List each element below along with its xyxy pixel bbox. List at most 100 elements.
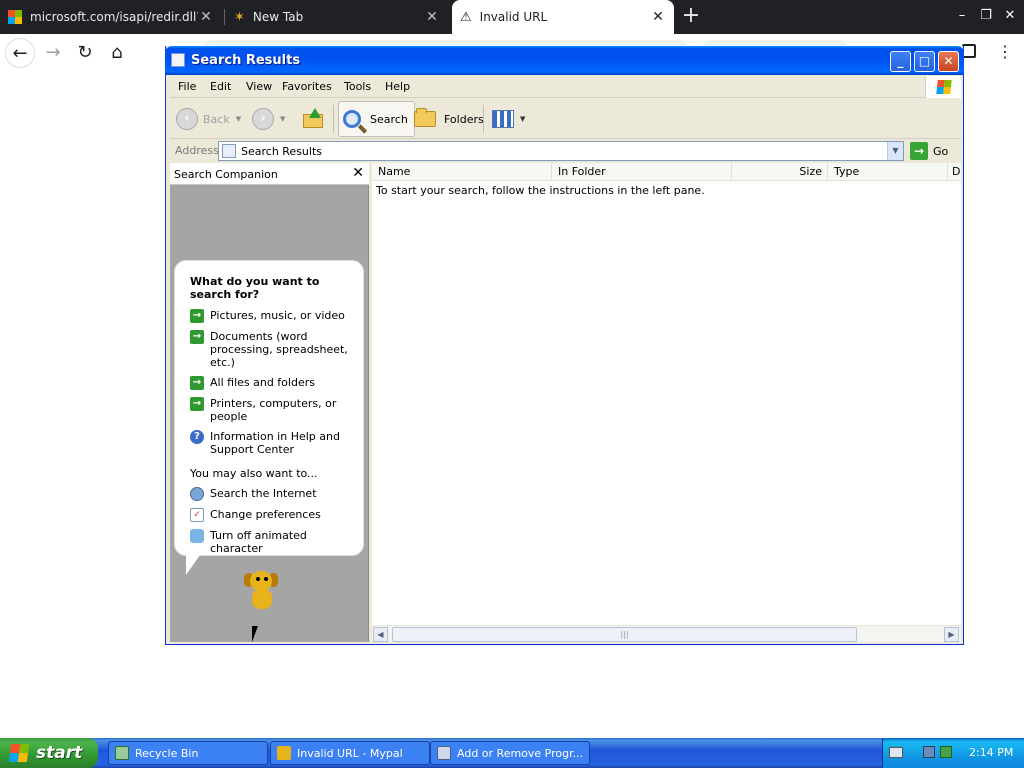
option-label: Turn off animated character	[210, 529, 307, 555]
browser-restore-button[interactable]: ❐	[976, 6, 996, 26]
tab-divider	[224, 9, 225, 25]
address-value: Search Results	[241, 145, 323, 158]
preferences-icon: ✓	[190, 508, 204, 522]
folder-icon	[414, 108, 436, 127]
horizontal-scrollbar[interactable]: ◀ ||| ▶	[372, 625, 961, 642]
window-minimize-button[interactable]: _	[890, 51, 911, 72]
option-label: Information in Help and Support Center	[210, 430, 340, 456]
window-maximize-button[interactable]: □	[914, 51, 935, 72]
green-arrow-icon: →	[190, 309, 204, 323]
clock[interactable]: 2:14 PM	[969, 746, 1013, 759]
green-arrow-icon: →	[190, 330, 204, 344]
column-date[interactable]: D	[948, 163, 961, 181]
column-name[interactable]: Name	[372, 163, 552, 181]
animated-character-icon	[190, 529, 204, 543]
option-search-internet[interactable]: Search the Internet	[190, 487, 358, 501]
up-folder-icon	[303, 108, 323, 130]
help-icon: ?	[190, 430, 204, 444]
column-type[interactable]: Type	[828, 163, 948, 181]
window-close-button[interactable]: ✕	[938, 51, 959, 72]
option-label: Search the Internet	[210, 487, 317, 500]
column-size[interactable]: Size	[732, 163, 828, 181]
browser-back-button[interactable]: ←	[5, 38, 35, 68]
menu-file[interactable]: File	[178, 80, 196, 93]
network-icon[interactable]	[923, 746, 935, 758]
option-documents[interactable]: → Documents (word processing, spreadshee…	[190, 330, 358, 369]
warning-icon: ⚠	[460, 9, 472, 25]
address-field[interactable]: Search Results ▼	[218, 141, 904, 161]
back-button[interactable]: ‹ Back ▼	[176, 101, 241, 137]
toolbar-separator	[333, 105, 334, 133]
home-button[interactable]: ⌂	[102, 38, 132, 68]
option-turn-off-character[interactable]: Turn off animated character	[190, 529, 358, 555]
browser-menu-button[interactable]: ⋮	[994, 42, 1016, 64]
tab-invalid-url[interactable]: ⚠ Invalid URL ✕	[452, 0, 674, 34]
search-button[interactable]: Search	[338, 101, 415, 137]
reload-button[interactable]: ↻	[70, 38, 100, 68]
menu-bar: File Edit View Favorites Tools Help	[170, 76, 961, 98]
browser-minimize-button[interactable]: –	[952, 6, 972, 26]
go-button[interactable]: → Go	[910, 141, 948, 161]
views-button[interactable]: ▼	[492, 101, 525, 137]
taskbar-item-label: Invalid URL - Mypal	[297, 746, 403, 760]
search-window-icon	[171, 53, 185, 67]
search-dog-icon[interactable]	[242, 569, 282, 613]
chevron-down-icon[interactable]: ▼	[887, 142, 903, 160]
close-tab-icon[interactable]: ✕	[650, 9, 666, 25]
close-tab-icon[interactable]: ✕	[198, 9, 214, 25]
extension-icon[interactable]	[962, 44, 976, 58]
option-label: All files and folders	[210, 376, 315, 389]
folders-button[interactable]: Folders	[414, 101, 484, 137]
forward-button[interactable]: › ▼	[252, 101, 285, 137]
tab-title: Invalid URL	[479, 10, 548, 24]
menu-help[interactable]: Help	[385, 80, 410, 93]
go-arrow-icon: →	[910, 142, 928, 160]
menu-view[interactable]: View	[246, 80, 272, 93]
menu-favorites[interactable]: Favorites	[282, 80, 332, 93]
mypal-icon	[277, 746, 291, 760]
scroll-right-icon[interactable]: ▶	[944, 627, 959, 642]
option-all-files[interactable]: → All files and folders	[190, 376, 358, 390]
option-printers[interactable]: → Printers, computers, or people	[190, 397, 358, 423]
balloon-tail	[186, 555, 200, 575]
results-header: Name In Folder Size Type D	[372, 163, 961, 181]
taskbar-recycle-bin[interactable]: Recycle Bin	[108, 741, 268, 765]
tab-microsoft[interactable]: microsoft.com/isapi/redir.dll?prd= ✕	[0, 0, 222, 34]
keyboard-icon[interactable]	[889, 747, 903, 758]
add-remove-programs-icon	[437, 746, 451, 760]
new-tab-button[interactable]: +	[680, 4, 702, 28]
option-pictures[interactable]: → Pictures, music, or video	[190, 309, 358, 323]
option-change-preferences[interactable]: ✓ Change preferences	[190, 508, 358, 522]
close-tab-icon[interactable]: ✕	[424, 9, 440, 25]
results-pane: Name In Folder Size Type D To start your…	[372, 163, 961, 642]
update-icon[interactable]	[940, 746, 952, 758]
up-folder-button[interactable]	[303, 101, 323, 137]
scroll-left-icon[interactable]: ◀	[373, 627, 388, 642]
window-titlebar[interactable]: Search Results _ □ ✕	[165, 46, 964, 75]
also-heading: You may also want to...	[190, 467, 318, 480]
toolbar-separator	[483, 105, 484, 133]
go-label: Go	[933, 144, 949, 158]
taskbar-mypal[interactable]: Invalid URL - Mypal	[270, 741, 430, 765]
close-icon[interactable]: ✕	[352, 165, 364, 181]
menu-tools[interactable]: Tools	[344, 80, 371, 93]
browser-close-button[interactable]: ✕	[1000, 6, 1020, 26]
search-question: What do you want to search for?	[190, 275, 320, 301]
views-icon	[492, 110, 514, 128]
taskbar-add-remove-programs[interactable]: Add or Remove Progr...	[430, 741, 590, 765]
tab-new-tab[interactable]: ✶ New Tab ✕	[226, 0, 448, 34]
option-help-center[interactable]: ? Information in Help and Support Center	[190, 430, 358, 456]
option-label: Printers, computers, or people	[210, 397, 337, 423]
taskbar-item-label: Recycle Bin	[135, 746, 199, 760]
column-in-folder[interactable]: In Folder	[552, 163, 732, 181]
scrollbar-thumb[interactable]: |||	[392, 627, 857, 642]
search-companion-pane: Search Companion ✕ What do you want to s…	[170, 163, 369, 642]
start-button[interactable]: start	[0, 738, 98, 768]
companion-title: Search Companion	[174, 168, 278, 181]
search-label: Search	[370, 112, 408, 126]
mouse-cursor-icon	[252, 626, 258, 642]
menu-edit[interactable]: Edit	[210, 80, 231, 93]
back-arrow-icon: ‹	[176, 108, 198, 130]
windows-logo-icon	[8, 744, 30, 762]
browser-forward-button[interactable]: →	[38, 38, 68, 68]
